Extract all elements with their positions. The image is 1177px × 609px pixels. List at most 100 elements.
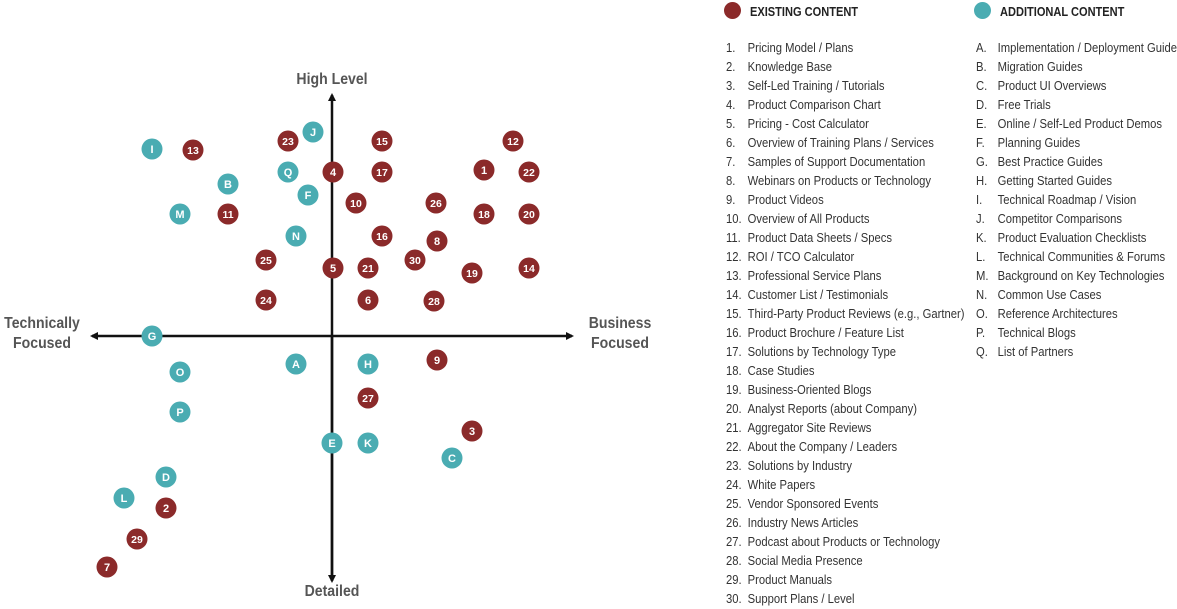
additional-list-item: G. Best Practice Guides [976, 153, 1177, 172]
existing-marker-22: 22 [518, 161, 540, 183]
marker-label: 2 [163, 503, 169, 515]
marker-label: 21 [362, 263, 374, 275]
marker-label: O [176, 367, 185, 379]
existing-list-item: 21. Aggregator Site Reviews [726, 419, 965, 438]
item-label: Podcast about Products or Technology [747, 535, 941, 549]
item-key: 10. [726, 212, 742, 226]
additional-legend-dot [974, 2, 991, 19]
item-label: Aggregator Site Reviews [747, 421, 872, 435]
additional-marker-J: J [302, 121, 324, 143]
item-key: O. [976, 307, 988, 321]
marker-label: 27 [362, 393, 374, 405]
marker-label: 23 [282, 136, 294, 148]
additional-marker-N: N [285, 225, 307, 247]
item-key: 28. [726, 554, 742, 568]
item-key: G. [976, 155, 988, 169]
existing-list-item: 18. Case Studies [726, 362, 965, 381]
item-key: A. [976, 41, 987, 55]
marker-label: A [292, 359, 300, 371]
marker-label: 29 [131, 534, 143, 546]
item-label: Pricing - Cost Calculator [747, 117, 869, 131]
additional-list-item: D. Free Trials [976, 96, 1177, 115]
marker-label: 11 [222, 209, 233, 221]
item-label: Knowledge Base [747, 60, 833, 74]
additional-list-item: B. Migration Guides [976, 58, 1177, 77]
marker-label: 17 [376, 167, 388, 179]
additional-list-item: A. Implementation / Deployment Guides [976, 39, 1177, 58]
item-label: Competitor Comparisons [997, 212, 1123, 226]
marker-label: 19 [466, 268, 478, 280]
additional-list-item: E. Online / Self-Led Product Demos [976, 115, 1177, 134]
additional-marker-K: K [357, 432, 379, 454]
marker-label: B [224, 179, 232, 191]
existing-list-item: 29. Product Manuals [726, 571, 965, 590]
additional-marker-G: G [141, 325, 163, 347]
marker-label: F [305, 190, 312, 202]
item-key: 25. [726, 497, 742, 511]
existing-list-item: 11. Product Data Sheets / Specs [726, 229, 965, 248]
existing-list-item: 12. ROI / TCO Calculator [726, 248, 965, 267]
additional-marker-E: E [321, 432, 343, 454]
item-label: Technical Blogs [997, 326, 1076, 340]
existing-list-item: 20. Analyst Reports (about Company) [726, 400, 965, 419]
additional-marker-P: P [169, 401, 191, 423]
existing-list-item: 19. Business-Oriented Blogs [726, 381, 965, 400]
item-key: 29. [726, 573, 742, 587]
existing-list-item: 10. Overview of All Products [726, 210, 965, 229]
existing-marker-30: 30 [404, 249, 426, 271]
item-key: 22. [726, 440, 742, 454]
item-key: P. [976, 326, 986, 340]
additional-list-item: O. Reference Architectures [976, 305, 1177, 324]
item-key: M. [976, 269, 989, 283]
item-label: Solutions by Technology Type [747, 345, 897, 359]
item-label: Customer List / Testimonials [747, 288, 889, 302]
marker-label: 30 [409, 255, 421, 267]
item-key: 11. [726, 231, 741, 245]
item-key: 23. [726, 459, 742, 473]
existing-marker-9: 9 [426, 349, 448, 371]
existing-list-item: 15. Third-Party Product Reviews (e.g., Ga… [726, 305, 965, 324]
item-key: 13. [726, 269, 742, 283]
marker-label: 6 [365, 295, 371, 307]
existing-list-item: 16. Product Brochure / Feature List [726, 324, 965, 343]
marker-label: E [328, 438, 335, 450]
marker-label: 16 [376, 231, 388, 243]
item-label: Best Practice Guides [997, 155, 1103, 169]
marker-label: 18 [478, 209, 490, 221]
existing-legend-dot [724, 2, 741, 19]
existing-marker-1: 1 [473, 159, 495, 181]
marker-label: 14 [523, 263, 535, 275]
existing-list-item: 6. Overview of Training Plans / Services [726, 134, 965, 153]
item-key: 4. [726, 98, 736, 112]
existing-marker-6: 6 [357, 289, 379, 311]
item-key: 17. [726, 345, 742, 359]
additional-list-item: H. Getting Started Guides [976, 172, 1177, 191]
additional-marker-D: D [155, 466, 177, 488]
marker-label: H [364, 359, 372, 371]
item-label: Product UI Overviews [997, 79, 1107, 93]
additional-marker-L: L [113, 487, 135, 509]
additional-list-item: M. Background on Key Technologies [976, 267, 1177, 286]
item-key: 9. [726, 193, 736, 207]
existing-marker-12: 12 [502, 130, 524, 152]
item-label: Vendor Sponsored Events [747, 497, 879, 511]
item-label: Samples of Support Documentation [747, 155, 926, 169]
item-key: 7. [726, 155, 736, 169]
item-label: ROI / TCO Calculator [747, 250, 855, 264]
item-label: Support Plans / Level [747, 592, 855, 606]
marker-label: 25 [260, 255, 272, 267]
existing-marker-26: 26 [425, 192, 447, 214]
additional-legend-title: ADDITIONAL CONTENT [1000, 4, 1125, 19]
item-key: 26. [726, 516, 742, 530]
marker-label: 24 [260, 295, 272, 307]
marker-label: 8 [434, 236, 440, 248]
item-label: Implementation / Deployment Guides [997, 41, 1177, 55]
item-key: 19. [726, 383, 742, 397]
item-label: Migration Guides [997, 60, 1083, 74]
item-label: Reference Architectures [997, 307, 1118, 321]
existing-marker-5: 5 [322, 257, 344, 279]
marker-label: 22 [523, 167, 535, 179]
marker-label: 12 [507, 136, 519, 148]
additional-marker-M: M [169, 203, 191, 225]
item-label: White Papers [747, 478, 816, 492]
